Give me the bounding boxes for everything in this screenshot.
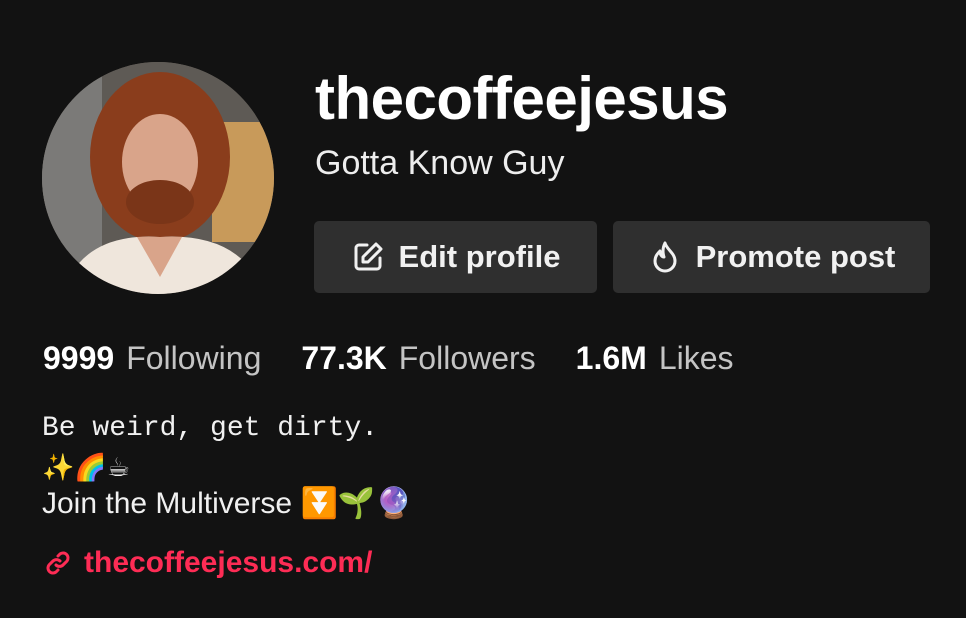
followers-label: Followers — [398, 340, 536, 376]
edit-profile-button[interactable]: Edit profile — [314, 221, 597, 293]
username: thecoffeejesus — [315, 65, 729, 132]
bio-line-2: ✨🌈☕ — [42, 452, 131, 482]
avatar[interactable] — [42, 62, 274, 294]
nickname: Gotta Know Guy — [315, 144, 565, 182]
edit-profile-label: Edit profile — [398, 239, 561, 274]
likes-count: 1.6M — [575, 340, 647, 376]
stat-likes: 1.6M Likes — [576, 340, 734, 377]
promote-post-label: Promote post — [695, 239, 896, 274]
profile-link[interactable]: thecoffeejesus.com/ — [44, 546, 372, 580]
edit-icon — [351, 240, 385, 274]
followers-count: 77.3K — [301, 340, 387, 376]
bio-line-3: Join the Multiverse ⏬🌱🔮 — [42, 487, 413, 520]
likes-label: Likes — [658, 340, 734, 376]
stat-followers[interactable]: 77.3K Followers — [301, 340, 535, 377]
bio-line-1: Be weird, get dirty. — [42, 413, 379, 444]
profile-stats: 9999 Following 77.3K Followers 1.6M Like… — [43, 340, 774, 377]
link-icon — [44, 548, 74, 578]
bio: Be weird, get dirty. ✨🌈☕ Join the Multiv… — [42, 412, 413, 524]
stat-following[interactable]: 9999 Following — [43, 340, 261, 377]
following-label: Following — [126, 340, 262, 376]
flame-icon — [648, 240, 682, 274]
promote-post-button[interactable]: Promote post — [613, 221, 930, 293]
following-count: 9999 — [43, 340, 115, 376]
profile-header: thecoffeejesus Gotta Know Guy Edit profi… — [0, 0, 966, 618]
profile-link-text: thecoffeejesus.com/ — [84, 546, 373, 579]
